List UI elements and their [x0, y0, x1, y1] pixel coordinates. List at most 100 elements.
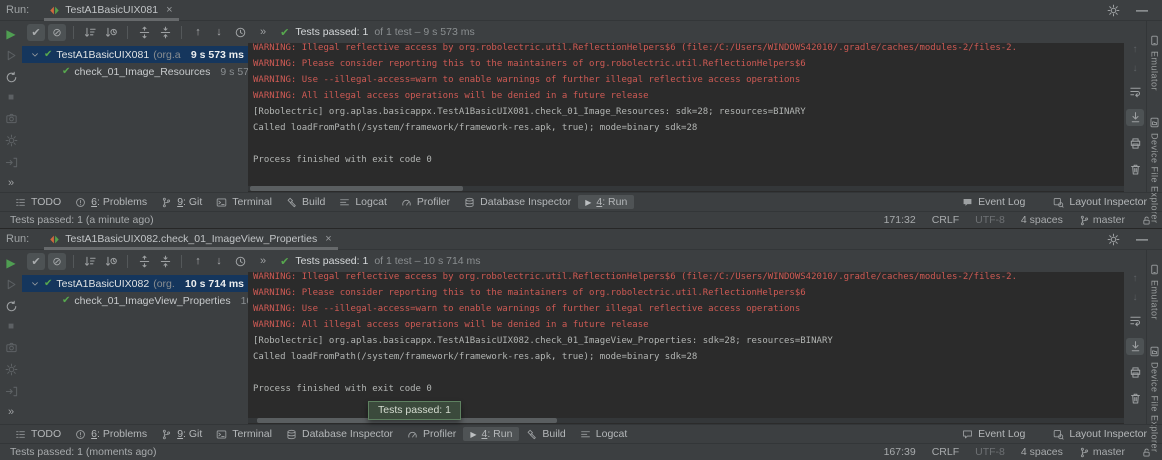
status-message[interactable]: Tests passed: 1 (moments ago) [10, 446, 156, 458]
close-tab-icon[interactable]: × [325, 233, 331, 245]
test-history-button[interactable] [231, 253, 249, 270]
toolwindow-tab-run[interactable]: ▶4: Run [463, 427, 519, 441]
run-tab[interactable]: TestA1BasicUIX082.check_01_ImageView_Pro… [41, 229, 340, 250]
toolwindow-tab-terminal[interactable]: Terminal [209, 427, 279, 441]
test-history-button[interactable] [231, 24, 249, 41]
print-button[interactable] [1126, 135, 1144, 152]
dump-threads-icon[interactable] [5, 112, 18, 125]
layout-inspector-button[interactable]: Layout Inspector [1046, 427, 1154, 441]
up-the-stack-trace-button[interactable]: ↑ [1133, 274, 1138, 284]
more-left-toolbar-icon[interactable]: » [8, 178, 14, 189]
toolwindow-tab-profiler[interactable]: Profiler [400, 427, 463, 441]
show-passed-toggle[interactable]: ✔ [27, 253, 45, 270]
scroll-to-end-button[interactable] [1126, 109, 1144, 126]
chevron-down-icon[interactable] [30, 279, 40, 289]
show-ignored-toggle[interactable]: ⊘ [48, 253, 66, 270]
clear-all-button[interactable] [1126, 390, 1144, 407]
stop-button[interactable]: ■ [8, 93, 14, 103]
toolwindow-tab-problems[interactable]: 6: Problems [68, 427, 154, 441]
caret-position-widget[interactable]: 167:39 [884, 446, 916, 458]
toolwindow-tab-database-inspector[interactable]: Database Inspector [457, 195, 578, 209]
collapse-all-button[interactable] [156, 24, 174, 41]
expand-all-button[interactable] [135, 24, 153, 41]
chevron-down-icon[interactable] [30, 50, 40, 60]
sort-alphabetically-button[interactable] [81, 253, 99, 270]
next-occurrence-button[interactable]: ↓ [210, 24, 228, 41]
show-ignored-toggle[interactable]: ⊘ [48, 24, 66, 41]
settings-gear-icon[interactable] [1107, 4, 1120, 17]
lock-icon[interactable] [1141, 447, 1152, 458]
stop-button[interactable]: ■ [8, 322, 14, 332]
toggle-auto-test-button[interactable] [5, 71, 18, 84]
sort-by-duration-button[interactable] [102, 253, 120, 270]
previous-occurrence-button[interactable]: ↑ [189, 24, 207, 41]
toolwindow-tab-git[interactable]: 9: Git [154, 195, 209, 209]
toolwindow-tab-profiler[interactable]: Profiler [394, 195, 457, 209]
hide-tool-window-icon[interactable]: — [1136, 232, 1148, 246]
previous-occurrence-button[interactable]: ↑ [189, 253, 207, 270]
scroll-to-end-button[interactable] [1126, 338, 1144, 355]
console-output[interactable]: WARNING: Illegal reflective access by or… [248, 43, 1124, 192]
clear-all-button[interactable] [1126, 161, 1144, 178]
close-tab-icon[interactable]: × [166, 4, 172, 16]
test-suite-row[interactable]: ✔ TestA1BasicUIX081 (org.aplas.basica 9 … [22, 46, 248, 63]
down-the-stack-trace-button[interactable]: ↓ [1133, 64, 1138, 74]
horizontal-scrollbar-thumb[interactable] [250, 186, 463, 191]
toolwindow-tab-problems[interactable]: 6: Problems [68, 195, 154, 209]
expand-all-button[interactable] [135, 253, 153, 270]
test-case-row[interactable]: ✔ check_01_ImageView_Properties 10 s 714… [22, 292, 248, 309]
rerun-failed-tests-button[interactable] [5, 278, 18, 291]
indent-widget[interactable]: 4 spaces [1021, 446, 1063, 458]
coverage-settings-icon[interactable] [5, 134, 18, 147]
up-the-stack-trace-button[interactable]: ↑ [1133, 45, 1138, 55]
soft-wrap-button[interactable] [1126, 312, 1144, 329]
toolwindow-tab-git[interactable]: 9: Git [154, 427, 209, 441]
run-tab[interactable]: TestA1BasicUIX081 × [41, 0, 181, 21]
rerun-button[interactable]: ▶ [6, 28, 15, 40]
toolwindow-tab-build[interactable]: Build [279, 195, 332, 209]
caret-position-widget[interactable]: 171:32 [884, 214, 916, 226]
next-occurrence-button[interactable]: ↓ [210, 253, 228, 270]
tool-window-tab-emulator[interactable]: Emulator [1149, 264, 1160, 320]
import-test-results-icon[interactable] [5, 385, 18, 398]
indent-widget[interactable]: 4 spaces [1021, 214, 1063, 226]
test-suite-row[interactable]: ✔ TestA1BasicUIX082 (org.aplas.basica 10… [22, 275, 248, 292]
import-test-results-icon[interactable] [5, 156, 18, 169]
lock-icon[interactable] [1141, 215, 1152, 226]
sort-alphabetically-button[interactable] [81, 24, 99, 41]
more-toolbar-icon[interactable]: » [260, 26, 266, 38]
git-branch-widget[interactable]: master [1079, 446, 1125, 458]
toolwindow-tab-build[interactable]: Build [519, 427, 572, 441]
toolwindow-tab-run[interactable]: ▶4: Run [578, 195, 634, 209]
toolwindow-tab-todo[interactable]: TODO [8, 195, 68, 209]
status-message[interactable]: Tests passed: 1 (a minute ago) [10, 214, 154, 226]
layout-inspector-button[interactable]: Layout Inspector [1046, 195, 1154, 209]
hide-tool-window-icon[interactable]: — [1136, 3, 1148, 17]
toolwindow-tab-logcat[interactable]: Logcat [573, 427, 635, 441]
toolwindow-tab-todo[interactable]: TODO [8, 427, 68, 441]
encoding-widget[interactable]: UTF-8 [975, 214, 1005, 226]
collapse-all-button[interactable] [156, 253, 174, 270]
line-separator-widget[interactable]: CRLF [932, 214, 959, 226]
encoding-widget[interactable]: UTF-8 [975, 446, 1005, 458]
more-left-toolbar-icon[interactable]: » [8, 407, 14, 418]
line-separator-widget[interactable]: CRLF [932, 446, 959, 458]
coverage-settings-icon[interactable] [5, 363, 18, 376]
down-the-stack-trace-button[interactable]: ↓ [1133, 293, 1138, 303]
soft-wrap-button[interactable] [1126, 83, 1144, 100]
rerun-button[interactable]: ▶ [6, 257, 15, 269]
toolwindow-tab-database-inspector[interactable]: Database Inspector [279, 427, 400, 441]
event-log-button[interactable]: Event Log [955, 427, 1032, 441]
rerun-failed-tests-button[interactable] [5, 49, 18, 62]
toggle-auto-test-button[interactable] [5, 300, 18, 313]
toolwindow-tab-logcat[interactable]: Logcat [332, 195, 394, 209]
sort-by-duration-button[interactable] [102, 24, 120, 41]
tool-window-tab-emulator[interactable]: Emulator [1149, 35, 1160, 91]
more-toolbar-icon[interactable]: » [260, 255, 266, 267]
print-button[interactable] [1126, 364, 1144, 381]
show-passed-toggle[interactable]: ✔ [27, 24, 45, 41]
settings-gear-icon[interactable] [1107, 233, 1120, 246]
dump-threads-icon[interactable] [5, 341, 18, 354]
event-log-button[interactable]: Event Log [955, 195, 1032, 209]
toolwindow-tab-terminal[interactable]: Terminal [209, 195, 279, 209]
